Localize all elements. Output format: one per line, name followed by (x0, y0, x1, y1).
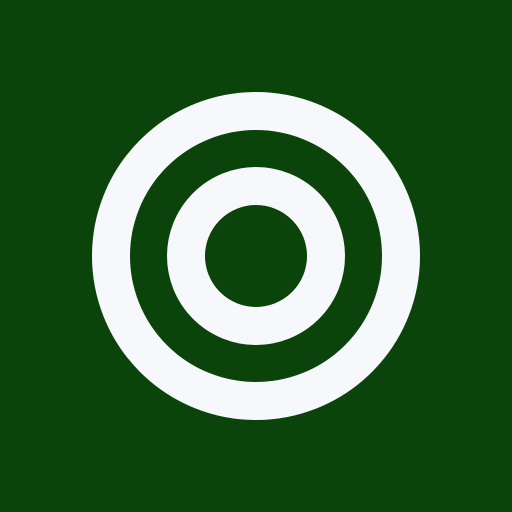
target-inner-ring (167, 167, 345, 345)
target-icon (92, 92, 420, 420)
app-icon (0, 0, 512, 512)
target-outer-ring (92, 92, 420, 420)
